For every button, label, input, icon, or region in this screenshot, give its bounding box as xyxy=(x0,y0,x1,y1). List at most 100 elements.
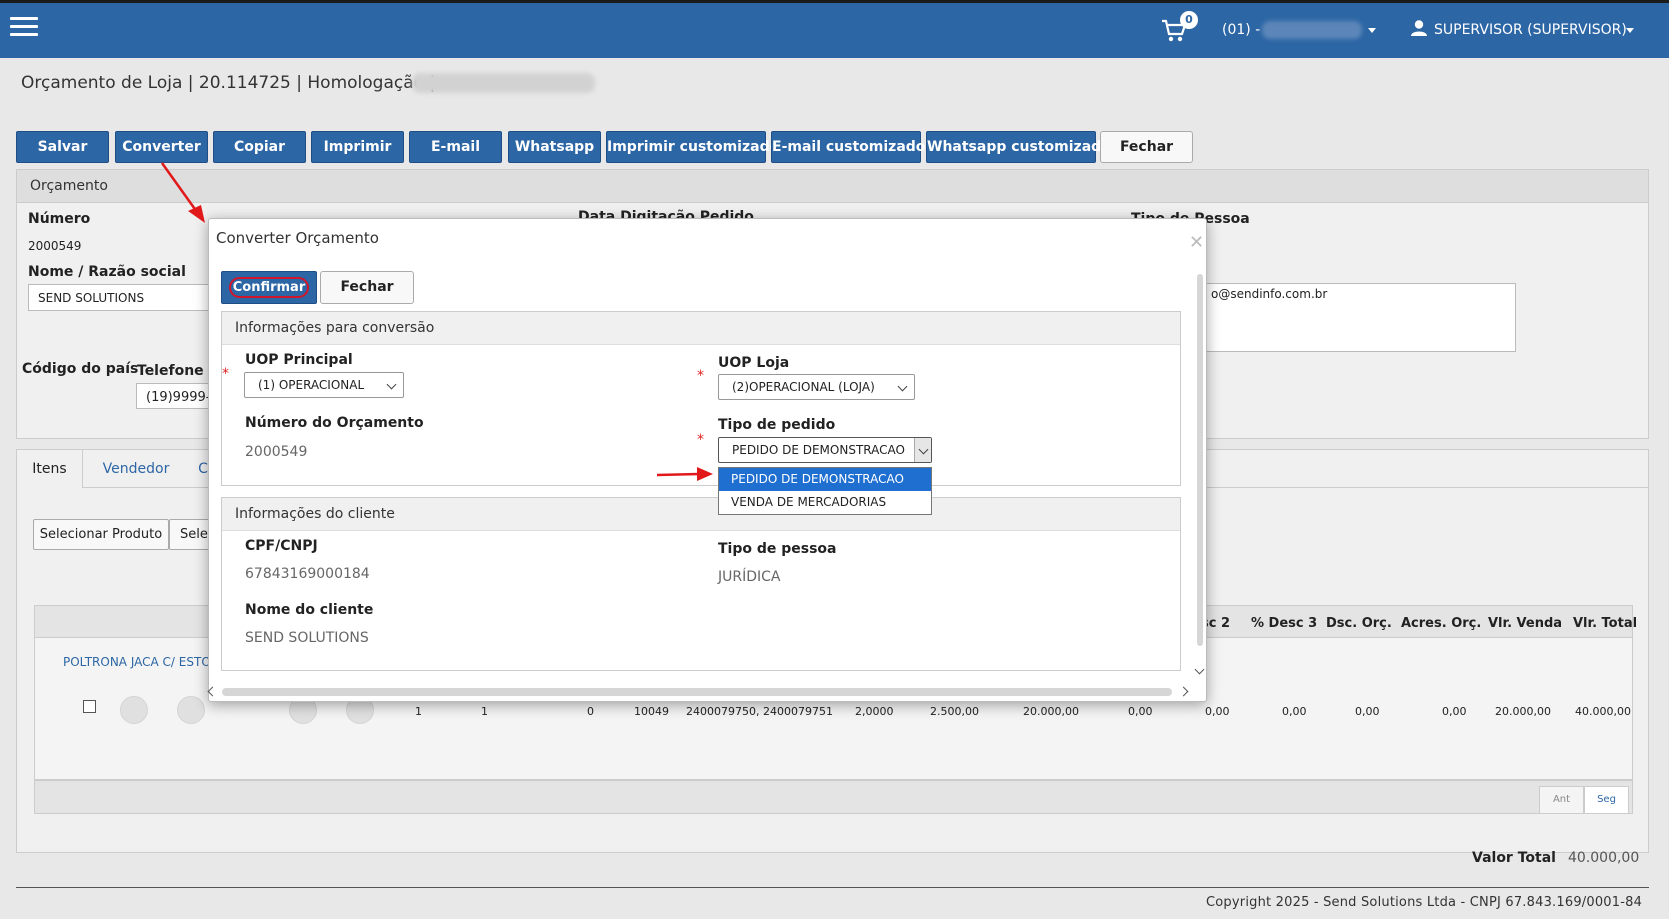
orcamento-header-label: Orçamento xyxy=(30,178,108,194)
table-cell: 2,0000 xyxy=(855,705,894,718)
user-menu[interactable]: SUPERVISOR (SUPERVISOR) xyxy=(1434,22,1627,38)
orcamento-panel-header: Orçamento xyxy=(16,169,1649,203)
tipo-pedido-label: Tipo de pedido xyxy=(718,417,836,433)
telefone-label: Telefone 1 xyxy=(137,363,219,379)
nome-cliente-label: Nome do cliente xyxy=(245,602,374,618)
chevron-down-icon xyxy=(897,381,908,392)
email-value: o@sendinfo.com.br xyxy=(1211,287,1328,301)
table-cell: 1 xyxy=(481,705,488,718)
confirm-label: Confirmar xyxy=(229,277,309,298)
modal-vertical-scrollbar[interactable] xyxy=(1194,268,1205,688)
pager-next-button[interactable]: Seg xyxy=(1584,786,1629,814)
save-button[interactable]: Salvar xyxy=(16,131,109,163)
product-link[interactable]: POLTRONA JACA C/ ESTO xyxy=(63,655,211,669)
grid-footer xyxy=(34,780,1633,814)
valor-total-value: 40.000,00 xyxy=(1568,850,1640,866)
valor-total-label: Valor Total xyxy=(1472,850,1556,866)
telefone-value: (19)9999- xyxy=(146,390,211,405)
user-icon xyxy=(1411,20,1427,36)
chevron-down-icon xyxy=(918,444,929,455)
tab-vendedor[interactable]: Vendedor xyxy=(91,450,181,488)
copyright: Copyright 2025 - Send Solutions Ltda - C… xyxy=(1206,895,1643,910)
menu-icon[interactable] xyxy=(10,17,38,37)
table-cell: 1 xyxy=(415,705,422,718)
uop-loja-value: (2)OPERACIONAL (LOJA) xyxy=(732,380,875,394)
table-cell: 0,00 xyxy=(1128,705,1153,718)
numero-orcamento-value: 2000549 xyxy=(245,444,308,460)
col-vlr-total: Vlr. Total xyxy=(1573,616,1638,631)
table-cell: 10049 xyxy=(634,705,669,718)
annotation-arrow-icon xyxy=(656,467,713,481)
cpf-cnpj-value: 67843169000184 xyxy=(245,566,370,582)
tipo-pedido-value: PEDIDO DE DEMONSTRACAO xyxy=(732,443,905,457)
client-section-header: Informações do cliente xyxy=(222,498,1180,531)
select-button xyxy=(914,438,931,462)
redacted-title xyxy=(412,73,595,93)
option-pedido-demonstracao[interactable]: PEDIDO DE DEMONSTRACAO xyxy=(719,468,931,491)
footer-divider xyxy=(16,887,1649,888)
close-button[interactable]: Fechar xyxy=(1100,131,1193,163)
email-button[interactable]: E-mail xyxy=(409,131,502,163)
numero-orcamento-label: Número do Orçamento xyxy=(245,415,424,431)
email-textarea[interactable]: o@sendinfo.com.br xyxy=(1205,283,1516,352)
print-button[interactable]: Imprimir xyxy=(311,131,404,163)
edit-icon[interactable] xyxy=(120,696,148,724)
store-dropdown-icon[interactable] xyxy=(1368,28,1376,33)
nome-value: SEND SOLUTIONS xyxy=(38,291,145,305)
uop-principal-select[interactable]: (1) OPERACIONAL xyxy=(244,372,404,398)
table-cell: 0,00 xyxy=(1282,705,1307,718)
copy-button[interactable]: Copiar xyxy=(213,131,306,163)
store-selector[interactable]: (01) - xyxy=(1222,22,1260,38)
tipo-pedido-select[interactable]: PEDIDO DE DEMONSTRACAO xyxy=(718,437,932,463)
table-cell: 0,00 xyxy=(1355,705,1380,718)
row-checkbox[interactable] xyxy=(83,700,96,713)
modal-title: Converter Orçamento xyxy=(216,229,379,247)
required-marker: * xyxy=(697,432,704,448)
tab-itens[interactable]: Itens xyxy=(17,450,83,488)
uop-principal-value: (1) OPERACIONAL xyxy=(258,378,365,392)
table-cell: 0 xyxy=(587,705,594,718)
user-dropdown-icon[interactable] xyxy=(1626,28,1634,33)
option-venda-mercadorias[interactable]: VENDA DE MERCADORIAS xyxy=(719,491,931,514)
required-marker: * xyxy=(222,366,229,382)
numero-label: Número xyxy=(28,211,91,227)
conversion-info-section: Informações para conversão xyxy=(221,311,1181,486)
required-marker: * xyxy=(697,368,704,384)
nome-label: Nome / Razão social xyxy=(28,264,186,280)
col-desc-orc: Dsc. Orç. xyxy=(1326,616,1392,631)
col-vlr-venda: Vlr. Venda xyxy=(1488,616,1563,631)
custom-email-button[interactable]: E-mail customizado xyxy=(771,131,925,163)
custom-print-button[interactable]: Imprimir customizado xyxy=(606,131,779,163)
table-cell: 2.500,00 xyxy=(930,705,979,718)
modal-horizontal-scrollbar[interactable] xyxy=(222,688,1172,696)
uop-loja-select[interactable]: (2)OPERACIONAL (LOJA) xyxy=(718,374,915,400)
table-cell: 20.000,00 xyxy=(1495,705,1551,718)
uop-principal-label: UOP Principal xyxy=(245,352,353,368)
nome-field[interactable]: SEND SOLUTIONS xyxy=(28,284,213,311)
table-cell: 20.000,00 xyxy=(1023,705,1079,718)
table-cell: 40.000,00 xyxy=(1575,705,1631,718)
confirm-button[interactable]: Confirmar xyxy=(221,271,317,304)
modal-close-icon[interactable]: ✕ xyxy=(1189,232,1204,253)
annotation-arrow-icon xyxy=(160,162,205,223)
modal-close-button[interactable]: Fechar xyxy=(320,271,414,304)
telefone-field[interactable]: (19)9999- xyxy=(136,383,216,409)
tipo-pedido-dropdown: PEDIDO DE DEMONSTRACAO VENDA DE MERCADOR… xyxy=(718,467,932,515)
uop-loja-label: UOP Loja xyxy=(718,355,790,371)
custom-whatsapp-button[interactable]: Whatsapp customizado xyxy=(926,131,1111,163)
table-cell: 0,00 xyxy=(1205,705,1230,718)
col-desc3: % Desc 3 xyxy=(1251,616,1318,631)
table-cell: 0,00 xyxy=(1442,705,1467,718)
numero-value: 2000549 xyxy=(28,239,82,253)
whatsapp-button[interactable]: Whatsapp xyxy=(508,131,601,163)
tipo-pessoa-value: JURÍDICA xyxy=(718,569,781,585)
col-acres-orc: Acres. Orç. xyxy=(1401,616,1482,631)
codigo-pais-label: Código do país xyxy=(22,361,139,377)
nome-cliente-value: SEND SOLUTIONS xyxy=(245,630,369,646)
delete-icon[interactable] xyxy=(177,696,205,724)
conversion-section-header: Informações para conversão xyxy=(222,312,1180,345)
cart-count-badge: 0 xyxy=(1180,11,1198,29)
tipo-pessoa-label: Tipo de pessoa xyxy=(718,541,837,557)
select-product-button[interactable]: Selecionar Produto xyxy=(33,519,169,550)
pager-prev-button[interactable]: Ant xyxy=(1539,786,1584,814)
